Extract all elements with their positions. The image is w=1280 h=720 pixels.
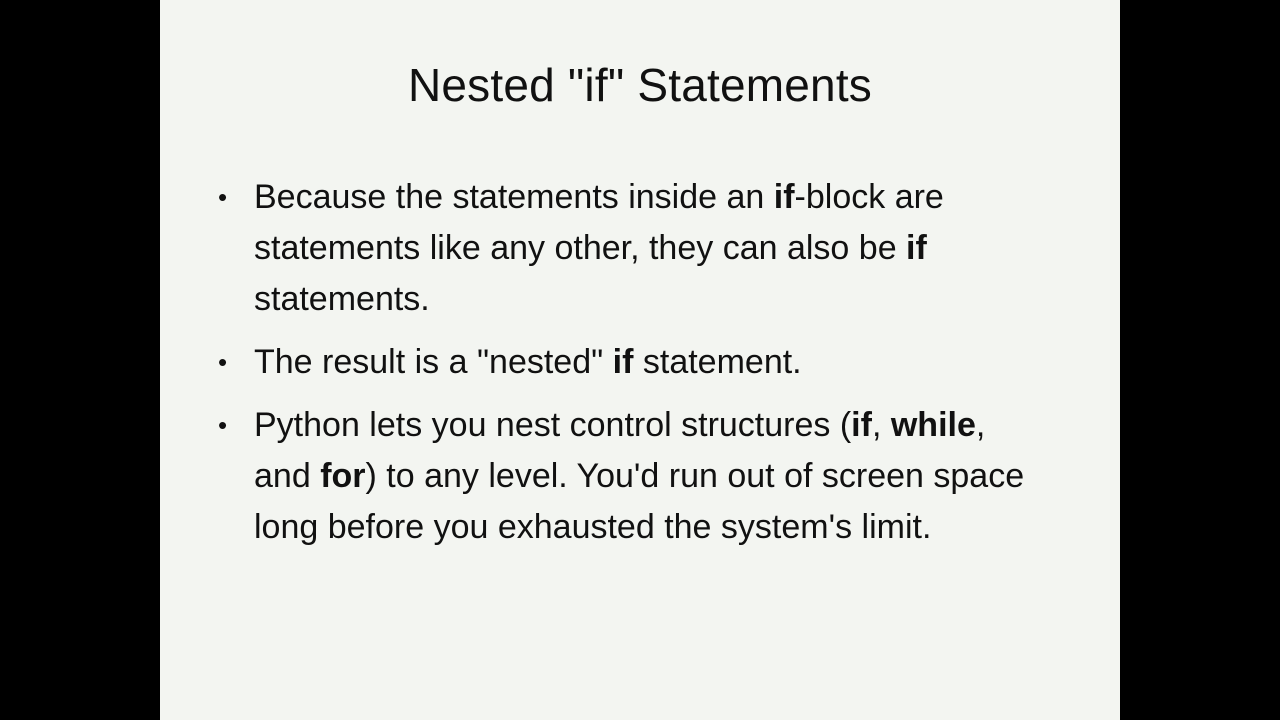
- bullet-item: • Python lets you nest control structure…: [214, 400, 1044, 553]
- bold-keyword: if: [773, 178, 795, 216]
- bold-keyword: if: [851, 406, 872, 444]
- text-run: The result is a "nested": [254, 343, 613, 381]
- bold-keyword: for: [320, 457, 366, 495]
- video-frame: Nested "if" Statements • Because the sta…: [0, 0, 1280, 720]
- bullet-item: • Because the statements inside an if-bl…: [214, 172, 1044, 325]
- bullet-item: • The result is a "nested" if statement.: [214, 337, 1044, 388]
- bold-keyword: if: [612, 343, 634, 381]
- bullet-text: Python lets you nest control structures …: [254, 406, 1024, 546]
- text-run: Python lets you nest control structures …: [254, 406, 852, 444]
- bullet-marker: •: [218, 182, 228, 212]
- text-run: ,: [871, 406, 891, 444]
- bullet-marker: •: [218, 347, 228, 377]
- bold-keyword: if: [906, 229, 927, 267]
- bold-keyword: while: [890, 406, 976, 444]
- bullet-marker: •: [218, 410, 228, 440]
- text-run: ) to any level. You'd run out of screen …: [254, 457, 1025, 546]
- bullet-list: • Because the statements inside an if-bl…: [214, 172, 1044, 565]
- slide-title: Nested "if" Statements: [407, 59, 873, 111]
- bullet-text: Because the statements inside an if-bloc…: [254, 178, 944, 318]
- text-run: Because the statements inside an: [254, 178, 774, 216]
- bullet-text: The result is a "nested" if statement.: [254, 343, 802, 381]
- text-run: statement.: [633, 343, 802, 381]
- presentation-slide: Nested "if" Statements • Because the sta…: [160, 0, 1120, 720]
- text-run: statements.: [254, 280, 430, 318]
